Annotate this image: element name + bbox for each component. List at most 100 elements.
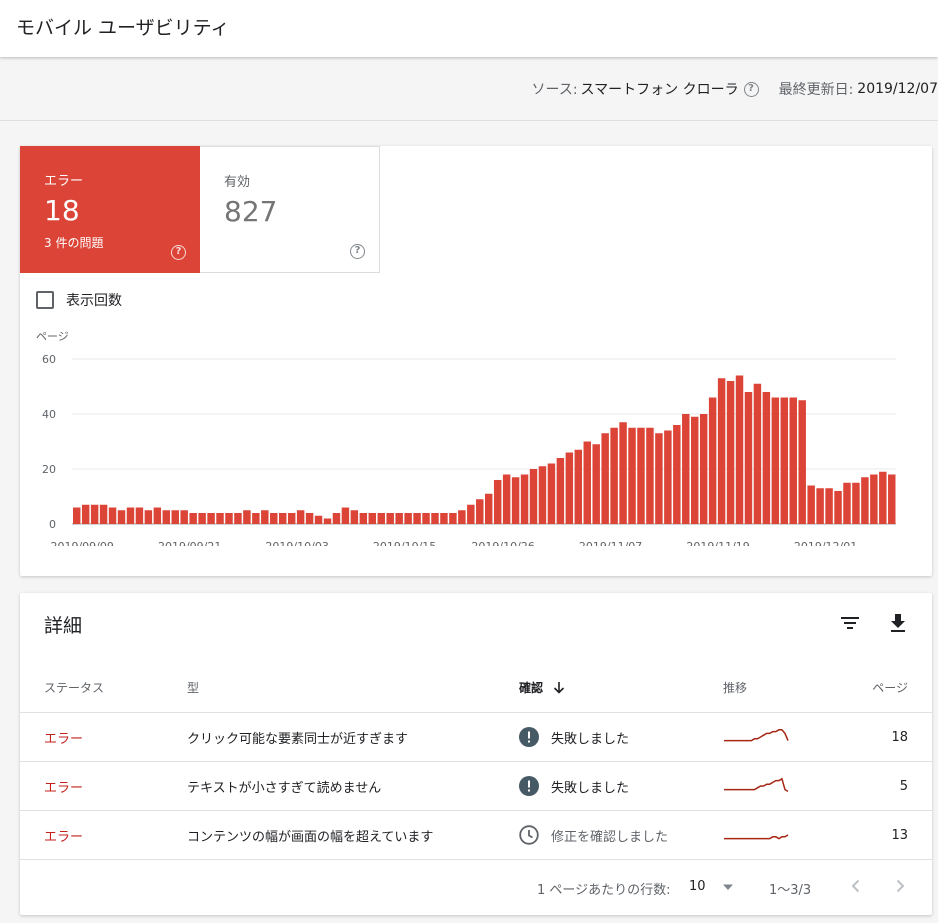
filter-button[interactable] (836, 609, 864, 637)
impressions-checkbox[interactable] (36, 291, 54, 309)
impressions-toggle[interactable]: 表示回数 (36, 290, 122, 310)
source-value: スマートフォン クローラ (580, 82, 739, 98)
download-button[interactable] (884, 609, 912, 637)
bar (556, 458, 565, 524)
updated-value: 2019/12/07 (857, 81, 938, 97)
bar (225, 513, 233, 524)
bar (673, 425, 681, 524)
bar (529, 469, 538, 524)
bar (449, 513, 457, 524)
column-header-status[interactable]: ステータス (44, 663, 104, 712)
bar (386, 513, 394, 524)
error-label: エラー (44, 174, 84, 189)
row-trend (723, 811, 789, 859)
row-pages: 18 (891, 729, 908, 745)
bar (189, 513, 197, 524)
bar (359, 513, 368, 524)
bar (350, 510, 359, 524)
bar (744, 392, 753, 524)
bar (216, 513, 224, 524)
bar (798, 400, 806, 524)
chevron-right-icon[interactable] (890, 876, 910, 896)
trend-sparkline (724, 834, 789, 840)
download-icon (891, 614, 905, 632)
column-header-pages[interactable]: ページ (872, 663, 908, 712)
column-header-type[interactable]: 型 (187, 663, 199, 712)
bar (735, 375, 744, 524)
details-title: 詳細 (44, 615, 83, 637)
bar (180, 510, 188, 524)
error-summary-tile[interactable]: エラー 18 3 件の問題 ? (20, 146, 200, 273)
impressions-label: 表示回数 (66, 293, 122, 309)
bar (440, 513, 448, 524)
y-tick-label: 60 (42, 353, 56, 366)
bar (717, 378, 726, 524)
bar (198, 513, 206, 524)
table-pagination: 1 ページあたりの行数: 10 1〜3/3 (20, 863, 932, 907)
bar (646, 427, 654, 524)
x-tick-label: 2019/12/01 (794, 540, 857, 546)
arrow-down-icon (553, 681, 565, 694)
table-row[interactable]: エラー コンテンツの幅が画面の幅を超えています 修正を確認しました 13 (20, 811, 932, 860)
row-status: エラー (44, 780, 84, 796)
bar (458, 510, 466, 524)
trend-sparkline (724, 729, 789, 742)
x-tick-label: 2019/11/07 (579, 540, 642, 546)
table-row[interactable]: エラー クリック可能な要素同士が近すぎます 失敗しました 18 (20, 713, 932, 762)
details-card: 詳細 ステータス 型 確認 推移 ページ エラー クリック可能な要素同士が近すぎ… (20, 593, 932, 915)
row-type: テキストが小さすぎて読めません (187, 780, 382, 796)
bar (144, 510, 153, 524)
bar (789, 397, 797, 524)
bar (574, 449, 583, 524)
y-axis-label: ページ (36, 330, 69, 343)
bar (493, 480, 502, 524)
bar (279, 513, 287, 524)
bar (565, 452, 574, 524)
bar (888, 474, 896, 524)
help-circle-icon[interactable]: ? (350, 244, 365, 259)
column-header-check[interactable]: 確認 (519, 663, 567, 712)
bar (341, 507, 350, 524)
x-tick-label: 2019/10/26 (471, 540, 534, 546)
rows-per-page-select[interactable]: 10 (689, 879, 734, 894)
app-header: モバイル ユーザビリティ (0, 0, 938, 57)
row-pages: 5 (899, 778, 908, 794)
bar (467, 504, 475, 524)
row-status: エラー (44, 731, 84, 747)
column-header-trend[interactable]: 推移 (723, 663, 747, 712)
bar (879, 471, 887, 524)
row-type: コンテンツの幅が画面の幅を超えています (187, 829, 434, 845)
x-tick-label: 2019/11/19 (686, 540, 749, 546)
table-row[interactable]: エラー テキストが小さすぎて読めません 失敗しました 5 (20, 762, 932, 811)
valid-summary-tile[interactable]: 有効 827 ? (200, 146, 380, 273)
bar (162, 510, 171, 524)
bar (368, 513, 377, 524)
bar (708, 397, 717, 524)
error-count: 18 (44, 194, 80, 227)
bar (81, 504, 90, 524)
help-circle-icon[interactable]: ? (171, 245, 186, 260)
bar (108, 507, 117, 524)
help-circle-icon[interactable]: ? (743, 81, 759, 97)
bar (305, 513, 314, 524)
bar (762, 392, 771, 524)
trend-sparkline (724, 777, 789, 793)
bar (538, 466, 547, 524)
x-tick-label: 2019/09/21 (158, 540, 221, 546)
y-tick-label: 40 (42, 408, 56, 421)
bar (825, 488, 833, 524)
bar (171, 510, 179, 524)
x-tick-label: 2019/10/15 (373, 540, 436, 546)
bar (699, 414, 708, 524)
bar (511, 477, 520, 524)
chevron-left-icon[interactable] (846, 876, 866, 896)
bar (126, 507, 135, 524)
bar (780, 397, 789, 524)
bar (852, 482, 860, 524)
bar (843, 482, 851, 524)
overview-card: エラー 18 3 件の問題 ? 有効 827 ? 表示回数 ページ 0 20 40 60… (20, 146, 932, 576)
dropdown-arrow-icon (722, 884, 733, 890)
bar (404, 513, 412, 524)
bar (870, 474, 878, 524)
page-title: モバイル ユーザビリティ (16, 17, 230, 39)
